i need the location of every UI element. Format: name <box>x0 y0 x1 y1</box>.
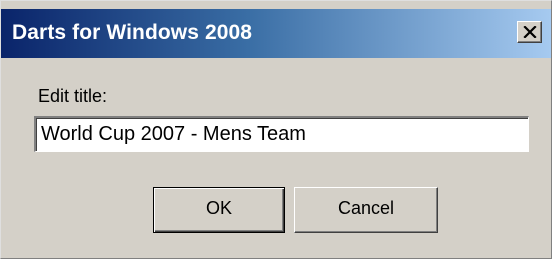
edit-title-label: Edit title: <box>38 86 108 106</box>
close-icon <box>523 26 537 38</box>
close-button[interactable] <box>517 21 542 43</box>
ok-button[interactable]: OK <box>153 187 285 233</box>
title-bar[interactable]: Darts for Windows 2008 <box>1 9 551 58</box>
cancel-button[interactable]: Cancel <box>294 187 438 233</box>
window-title: Darts for Windows 2008 <box>12 21 253 44</box>
edit-title-dialog: Darts for Windows 2008 Edit title: OK Ca… <box>0 0 552 259</box>
title-input[interactable] <box>34 116 529 152</box>
